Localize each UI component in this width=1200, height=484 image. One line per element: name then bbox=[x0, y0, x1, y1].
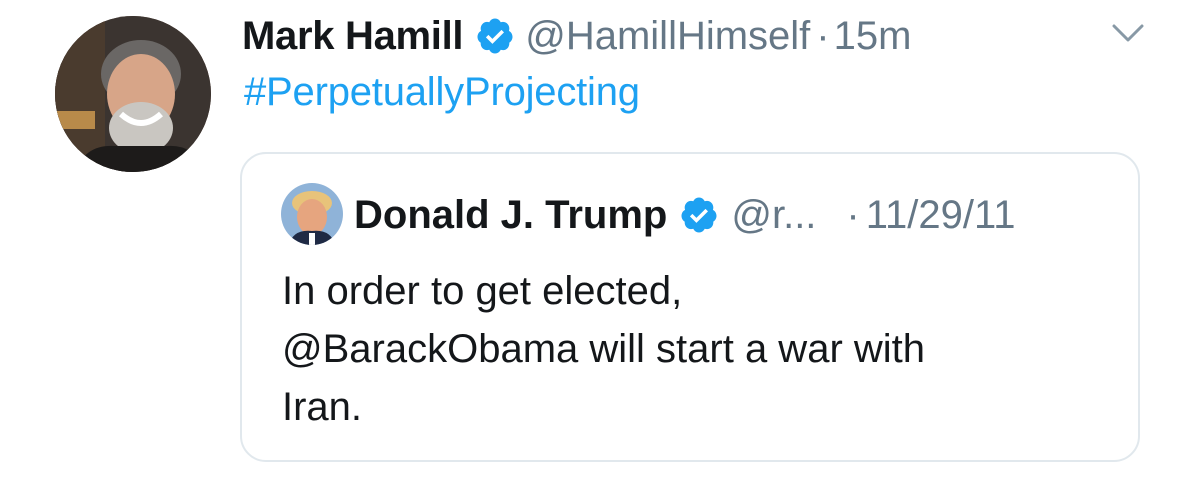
separator-dot: · bbox=[846, 192, 860, 237]
quoted-tweet-line: @BarackObama will start a war with bbox=[282, 327, 926, 371]
quoted-tweet[interactable]: Donald J. Trump @r... · 11/29/11 In orde… bbox=[240, 152, 1140, 462]
author-name[interactable]: Mark Hamill bbox=[242, 14, 464, 59]
verified-badge-icon bbox=[475, 16, 515, 56]
quoted-tweet-line: Iran. bbox=[282, 385, 363, 429]
quoted-tweet-timestamp[interactable]: 11/29/11 bbox=[866, 193, 1016, 238]
author-handle[interactable]: @HamillHimself bbox=[525, 14, 810, 59]
profile-photo-icon bbox=[281, 183, 343, 245]
quoted-tweet-text: In order to get elected, @BarackObama wi… bbox=[282, 262, 1102, 436]
quoted-tweet-line: In order to get elected, bbox=[282, 269, 683, 313]
author-avatar[interactable] bbox=[55, 16, 211, 172]
quoted-tweet-header: Donald J. Trump @r... · 11/29/11 bbox=[354, 188, 1114, 242]
quoted-author-name[interactable]: Donald J. Trump bbox=[354, 193, 667, 238]
separator-dot: · bbox=[816, 13, 830, 58]
tweet-header: Mark Hamill @HamillHimself · 15m bbox=[242, 6, 911, 66]
tweet-menu-button[interactable] bbox=[1110, 20, 1146, 48]
verified-badge-icon bbox=[679, 195, 719, 235]
quoted-author-avatar[interactable] bbox=[281, 183, 343, 245]
profile-photo-icon bbox=[55, 16, 211, 172]
hashtag-link[interactable]: #PerpetuallyProjecting bbox=[244, 70, 640, 115]
chevron-down-icon bbox=[1112, 24, 1144, 42]
tweet-timestamp[interactable]: 15m bbox=[834, 14, 912, 59]
quoted-author-handle[interactable]: @r... bbox=[731, 193, 816, 238]
tweet[interactable]: Mark Hamill @HamillHimself · 15m #Perpet… bbox=[0, 0, 1200, 484]
